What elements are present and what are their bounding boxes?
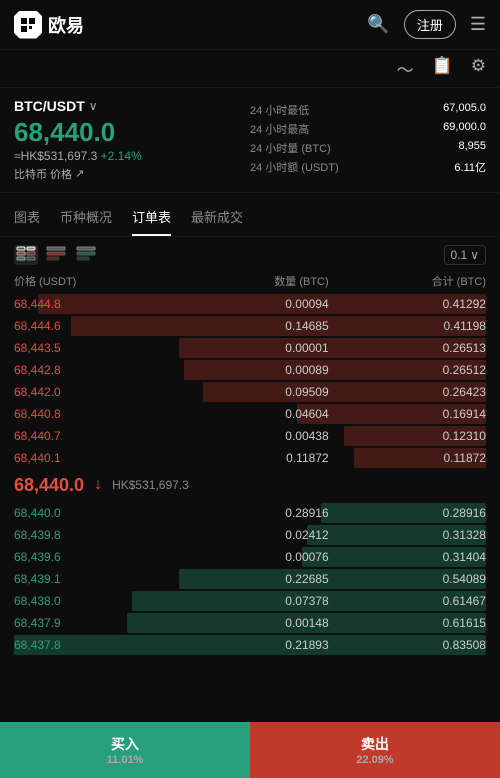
stat-value-0: 67,005.0 bbox=[443, 102, 486, 118]
header-actions: 🔍 注册 ☰ bbox=[367, 10, 486, 39]
price-section: BTC/USDT ∨ 68,440.0 ≈HK$531,697.3 +2.14%… bbox=[0, 88, 500, 193]
price-left: BTC/USDT ∨ 68,440.0 ≈HK$531,697.3 +2.14%… bbox=[14, 98, 250, 182]
bid-rows: 68,440.0 0.28916 0.28916 68,439.8 0.0241… bbox=[0, 502, 500, 656]
view-icons bbox=[14, 245, 98, 265]
col-total-header: 合计 (BTC) bbox=[329, 273, 486, 289]
logo-icon bbox=[14, 11, 42, 39]
bid-row[interactable]: 68,439.8 0.02412 0.31328 bbox=[14, 524, 486, 546]
bid-row[interactable]: 68,437.9 0.00148 0.61615 bbox=[14, 612, 486, 634]
pair-chevron-icon[interactable]: ∨ bbox=[89, 99, 98, 113]
price-stats: 24 小时最低 67,005.0 24 小时最高 69,000.0 24 小时量… bbox=[250, 98, 486, 182]
mid-arrow-icon: ↓ bbox=[94, 476, 102, 494]
ask-row[interactable]: 68,444.6 0.14685 0.41198 bbox=[14, 315, 486, 337]
col-qty-header: 数量 (BTC) bbox=[171, 273, 328, 289]
menu-icon[interactable]: ☰ bbox=[470, 14, 486, 35]
precision-chevron-icon: ∨ bbox=[470, 248, 479, 262]
stat-label-2: 24 小时量 (BTC) bbox=[250, 140, 331, 156]
mid-hk-price: HK$531,697.3 bbox=[112, 478, 189, 492]
register-button[interactable]: 注册 bbox=[404, 10, 456, 39]
buy-button[interactable]: 买入 11.01% bbox=[0, 722, 250, 778]
pair-label: BTC/USDT bbox=[14, 98, 85, 114]
bid-row[interactable]: 68,439.6 0.00076 0.31404 bbox=[14, 546, 486, 568]
tab-orderbook[interactable]: 订单表 bbox=[132, 197, 171, 236]
ask-row[interactable]: 68,442.0 0.09509 0.26423 bbox=[14, 381, 486, 403]
big-price: 68,440.0 bbox=[14, 118, 250, 147]
news-icon[interactable]: 📋 bbox=[432, 56, 453, 81]
ask-row[interactable]: 68,440.7 0.00438 0.12310 bbox=[14, 425, 486, 447]
view-asks-icon[interactable] bbox=[44, 245, 68, 265]
ask-rows: 68,444.8 0.00094 0.41292 68,444.6 0.1468… bbox=[0, 293, 500, 469]
mid-price: 68,440.0 bbox=[14, 475, 84, 496]
sell-sub: 22.09% bbox=[262, 754, 488, 766]
pair-row: BTC/USDT ∨ bbox=[14, 98, 250, 114]
ask-row[interactable]: 68,440.8 0.04604 0.16914 bbox=[14, 403, 486, 425]
tab-overview[interactable]: 币种概况 bbox=[60, 197, 112, 236]
bid-row[interactable]: 68,439.1 0.22685 0.54089 bbox=[14, 568, 486, 590]
buy-label: 买入 bbox=[12, 734, 238, 754]
stat-value-2: 8,955 bbox=[458, 140, 486, 156]
external-link-icon: ↗ bbox=[75, 167, 84, 180]
stat-row-1: 24 小时最高 69,000.0 bbox=[250, 121, 486, 137]
sub-header: 〜 📋 ⚙ bbox=[0, 50, 500, 88]
col-price-header: 价格 (USDT) bbox=[14, 273, 171, 289]
stat-row-2: 24 小时量 (BTC) 8,955 bbox=[250, 140, 486, 156]
tabs: 图表 币种概况 订单表 最新成交 bbox=[0, 197, 500, 237]
orderbook-controls: 0.1 ∨ bbox=[0, 237, 500, 273]
ask-row[interactable]: 68,442.8 0.00089 0.26512 bbox=[14, 359, 486, 381]
bid-row[interactable]: 68,438.0 0.07378 0.61467 bbox=[14, 590, 486, 612]
hk-price-value: ≈HK$531,697.3 bbox=[14, 149, 97, 163]
stat-label-0: 24 小时最低 bbox=[250, 102, 309, 118]
logo: 欧易 bbox=[14, 11, 84, 39]
stat-value-3: 6.11亿 bbox=[454, 159, 486, 175]
stat-label-3: 24 小时额 (USDT) bbox=[250, 159, 339, 175]
hk-price: ≈HK$531,697.3 +2.14% bbox=[14, 149, 250, 163]
stat-value-1: 69,000.0 bbox=[443, 121, 486, 137]
stat-row-3: 24 小时额 (USDT) 6.11亿 bbox=[250, 159, 486, 175]
view-bids-icon[interactable] bbox=[74, 245, 98, 265]
ask-row[interactable]: 68,443.5 0.00001 0.26513 bbox=[14, 337, 486, 359]
sell-label: 卖出 bbox=[262, 734, 488, 754]
tab-trades[interactable]: 最新成交 bbox=[191, 197, 243, 236]
bid-row[interactable]: 68,437.8 0.21893 0.83508 bbox=[14, 634, 486, 656]
precision-value: 0.1 bbox=[451, 248, 468, 262]
mid-price-row: 68,440.0 ↓ HK$531,697.3 bbox=[0, 469, 500, 502]
sell-button[interactable]: 卖出 22.09% bbox=[250, 722, 500, 778]
search-icon[interactable]: 🔍 bbox=[367, 14, 389, 35]
settings-icon[interactable]: ⚙ bbox=[471, 56, 486, 81]
buy-sub: 11.01% bbox=[12, 754, 238, 766]
chart-icon[interactable]: 〜 bbox=[397, 56, 414, 81]
app-header: 欧易 🔍 注册 ☰ bbox=[0, 0, 500, 50]
stat-label-1: 24 小时最高 bbox=[250, 121, 309, 137]
orderbook-col-headers: 价格 (USDT) 数量 (BTC) 合计 (BTC) bbox=[0, 273, 500, 293]
bid-row[interactable]: 68,440.0 0.28916 0.28916 bbox=[14, 502, 486, 524]
btc-link[interactable]: 比特币 价格 ↗ bbox=[14, 166, 250, 182]
bottom-bar: 买入 11.01% 卖出 22.09% bbox=[0, 722, 500, 778]
ask-row[interactable]: 68,444.8 0.00094 0.41292 bbox=[14, 293, 486, 315]
view-both-icon[interactable] bbox=[14, 245, 38, 265]
ask-row[interactable]: 68,440.1 0.11872 0.11872 bbox=[14, 447, 486, 469]
change-pct: +2.14% bbox=[101, 149, 142, 163]
tab-chart[interactable]: 图表 bbox=[14, 197, 40, 236]
precision-select[interactable]: 0.1 ∨ bbox=[444, 245, 486, 265]
stat-row-0: 24 小时最低 67,005.0 bbox=[250, 102, 486, 118]
logo-text: 欧易 bbox=[48, 12, 84, 38]
